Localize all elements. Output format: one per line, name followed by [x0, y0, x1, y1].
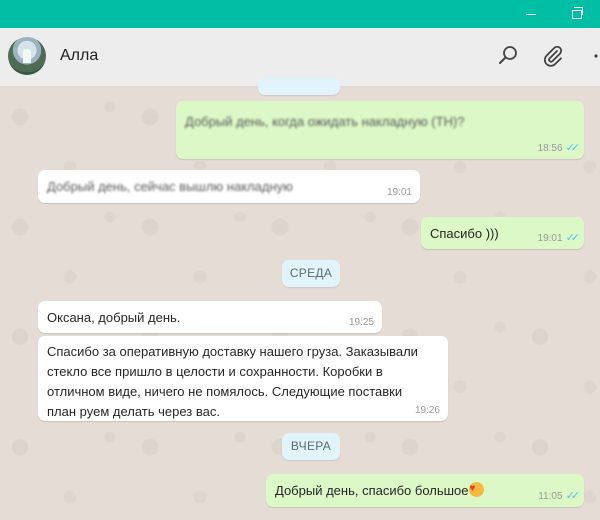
message-bubble-incoming[interactable]: Оксана, добрый день. 19:25	[38, 301, 382, 333]
double-check-icon: ✓✓	[565, 142, 581, 154]
message-text: Добрый день, когда ожидать накладную (ТН…	[185, 114, 465, 129]
message-time: 19:26	[414, 405, 440, 416]
message-text: Добрый день, спасибо большое	[275, 479, 484, 501]
double-check-icon: ✓✓	[565, 490, 581, 502]
minimize-icon	[526, 13, 536, 15]
minimize-button[interactable]	[508, 0, 554, 28]
more-vertical-icon[interactable]	[590, 44, 600, 68]
heart-face-emoji-icon	[468, 479, 484, 499]
double-check-icon: ✓✓	[565, 232, 581, 244]
message-bubble-outgoing[interactable]: Добрый день, когда ожидать накладную (ТН…	[176, 101, 584, 159]
message-text: Спасибо )))	[430, 226, 499, 241]
window-titlebar	[0, 0, 600, 28]
message-bubble-incoming[interactable]: Спасибо за оперативную доставку нашего г…	[38, 336, 448, 421]
message-bubble-incoming[interactable]: Добрый день, сейчас вышлю накладную 19:0…	[38, 170, 420, 203]
message-time: 11:05 ✓✓	[538, 490, 581, 502]
paperclip-icon[interactable]	[541, 44, 565, 68]
message-text: Оксана, добрый день.	[47, 310, 181, 325]
message-list[interactable]: Добрый день, когда ожидать накладную (ТН…	[0, 77, 600, 520]
date-chip: ВЧЕРА	[282, 433, 340, 460]
message-time: 19:25	[348, 317, 374, 328]
message-text: Спасибо за оперативную доставку нашего г…	[47, 344, 418, 419]
contact-name[interactable]: Алла	[60, 47, 98, 65]
message-text: Добрый день, сейчас вышлю накладную	[47, 179, 293, 194]
message-time: 19:01	[386, 187, 412, 198]
message-time: 19:01 ✓✓	[537, 232, 581, 244]
contact-avatar[interactable]	[8, 37, 46, 75]
maximize-button[interactable]	[554, 0, 600, 28]
date-chip: СРЕДА	[282, 260, 340, 287]
message-bubble-outgoing[interactable]: Добрый день, спасибо большое 11:05✓✓	[266, 474, 584, 507]
message-bubble-outgoing[interactable]: Спасибо ))) 19:01 ✓✓	[421, 217, 584, 249]
search-icon[interactable]	[496, 44, 520, 68]
message-time: 18:56 ✓✓	[537, 142, 581, 154]
restore-icon	[572, 6, 583, 19]
date-chip-partial	[258, 77, 340, 95]
